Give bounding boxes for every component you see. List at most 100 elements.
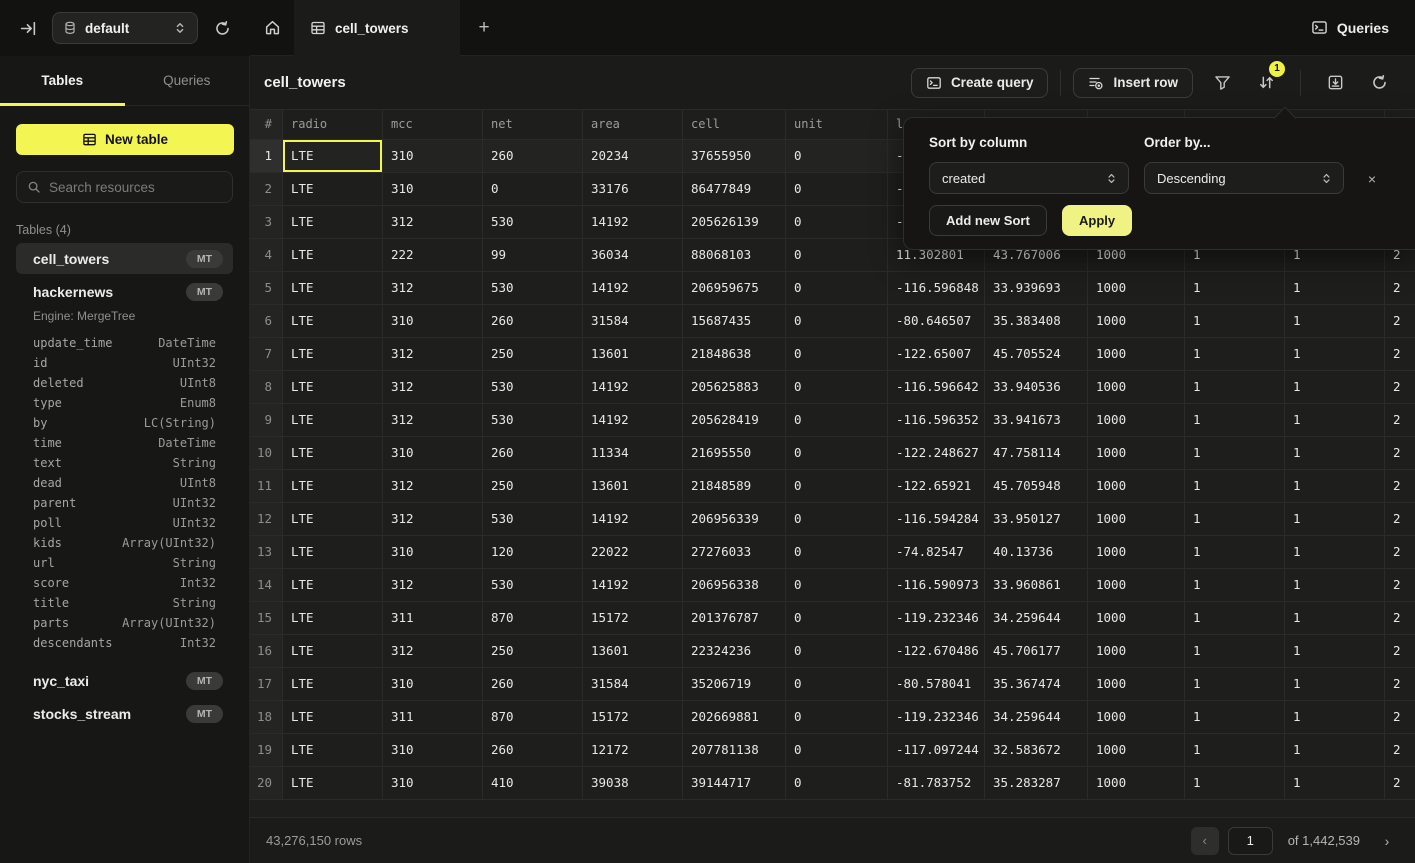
table-cell[interactable]: 33.940536	[985, 371, 1088, 404]
table-cell[interactable]: 0	[786, 239, 888, 272]
column-header[interactable]: unit	[786, 110, 888, 140]
table-cell[interactable]: 1	[1185, 734, 1285, 767]
table-cell[interactable]: -122.65007	[888, 338, 985, 371]
table-cell[interactable]: 250	[483, 338, 583, 371]
download-button[interactable]	[1318, 68, 1352, 98]
table-cell[interactable]: 1	[1285, 470, 1385, 503]
table-cell[interactable]: 40.13736	[985, 536, 1088, 569]
table-cell[interactable]: 1000	[1088, 437, 1185, 470]
table-cell[interactable]: 88068103	[683, 239, 786, 272]
table-cell[interactable]: 312	[383, 338, 483, 371]
table-cell[interactable]: 0	[786, 602, 888, 635]
insert-row-button[interactable]: Insert row	[1073, 68, 1193, 98]
column-header[interactable]: mcc	[383, 110, 483, 140]
table-cell[interactable]: 13601	[583, 470, 683, 503]
table-cell[interactable]: 1000	[1088, 734, 1185, 767]
table-cell[interactable]: 0	[786, 272, 888, 305]
table-cell[interactable]: 1000	[1088, 701, 1185, 734]
table-cell[interactable]: LTE	[283, 338, 383, 371]
column-header[interactable]: radio	[283, 110, 383, 140]
table-cell[interactable]: 0	[786, 470, 888, 503]
row-number[interactable]: 5	[250, 272, 283, 305]
table-cell[interactable]: LTE	[283, 536, 383, 569]
table-cell[interactable]: 2	[1385, 668, 1415, 701]
table-cell[interactable]: 0	[483, 173, 583, 206]
table-cell[interactable]: 2	[1385, 404, 1415, 437]
table-cell[interactable]: 0	[786, 734, 888, 767]
table-cell[interactable]: -80.646507	[888, 305, 985, 338]
home-tab[interactable]	[250, 0, 294, 55]
collapse-sidebar-icon[interactable]	[14, 14, 42, 42]
table-cell[interactable]: 37655950	[683, 140, 786, 173]
table-cell[interactable]: 14192	[583, 272, 683, 305]
table-cell[interactable]: 2	[1385, 371, 1415, 404]
selected-cell[interactable]: LTE	[283, 140, 383, 173]
table-cell[interactable]: 1	[1285, 569, 1385, 602]
table-cell[interactable]: 1	[1185, 404, 1285, 437]
table-cell[interactable]: 0	[786, 503, 888, 536]
table-cell[interactable]: 1	[1185, 701, 1285, 734]
table-cell[interactable]: 12172	[583, 734, 683, 767]
sort-button[interactable]: 1	[1249, 68, 1283, 98]
table-cell[interactable]: 530	[483, 206, 583, 239]
create-query-button[interactable]: Create query	[911, 68, 1049, 98]
table-cell[interactable]: 1000	[1088, 470, 1185, 503]
table-cell[interactable]: 45.706177	[985, 635, 1088, 668]
row-number[interactable]: 18	[250, 701, 283, 734]
table-cell[interactable]: 33176	[583, 173, 683, 206]
table-cell[interactable]: 120	[483, 536, 583, 569]
table-cell[interactable]: 310	[383, 140, 483, 173]
sidebar-item-stocks_stream[interactable]: stocks_streamMT	[16, 698, 233, 729]
table-cell[interactable]: 31584	[583, 305, 683, 338]
sort-order-select[interactable]: Descending	[1144, 162, 1344, 194]
table-cell[interactable]: 1000	[1088, 272, 1185, 305]
table-cell[interactable]: 0	[786, 569, 888, 602]
table-cell[interactable]: 1	[1285, 437, 1385, 470]
table-cell[interactable]: 260	[483, 305, 583, 338]
table-cell[interactable]: 206956338	[683, 569, 786, 602]
table-cell[interactable]: 35.383408	[985, 305, 1088, 338]
table-cell[interactable]: 14192	[583, 404, 683, 437]
table-cell[interactable]: 0	[786, 206, 888, 239]
table-cell[interactable]: LTE	[283, 173, 383, 206]
table-cell[interactable]: 32.583672	[985, 734, 1088, 767]
row-number-header[interactable]: #	[250, 110, 283, 140]
table-cell[interactable]: 34.259644	[985, 602, 1088, 635]
table-cell[interactable]: 0	[786, 668, 888, 701]
table-cell[interactable]: 45.705524	[985, 338, 1088, 371]
table-cell[interactable]: 1	[1285, 338, 1385, 371]
remove-sort-button[interactable]: ×	[1362, 169, 1382, 189]
table-cell[interactable]: 1	[1185, 437, 1285, 470]
table-cell[interactable]: 1	[1185, 272, 1285, 305]
table-cell[interactable]: LTE	[283, 206, 383, 239]
table-cell[interactable]: 1	[1185, 668, 1285, 701]
table-cell[interactable]: 310	[383, 173, 483, 206]
table-cell[interactable]: -122.670486	[888, 635, 985, 668]
table-cell[interactable]: LTE	[283, 404, 383, 437]
table-cell[interactable]: 99	[483, 239, 583, 272]
table-cell[interactable]: 1000	[1088, 371, 1185, 404]
sort-column-select[interactable]: created	[929, 162, 1129, 194]
table-cell[interactable]: 14192	[583, 503, 683, 536]
table-cell[interactable]: 310	[383, 437, 483, 470]
table-cell[interactable]: 14192	[583, 371, 683, 404]
sidebar-tab-queries[interactable]: Queries	[125, 56, 250, 105]
table-cell[interactable]: 33.960861	[985, 569, 1088, 602]
table-cell[interactable]: 205628419	[683, 404, 786, 437]
row-number[interactable]: 20	[250, 767, 283, 800]
table-cell[interactable]: 1	[1185, 635, 1285, 668]
table-cell[interactable]: 22324236	[683, 635, 786, 668]
table-cell[interactable]: 1	[1185, 536, 1285, 569]
table-cell[interactable]: 1	[1185, 602, 1285, 635]
table-cell[interactable]: 530	[483, 404, 583, 437]
table-cell[interactable]: LTE	[283, 767, 383, 800]
table-cell[interactable]: 39038	[583, 767, 683, 800]
table-cell[interactable]: 310	[383, 536, 483, 569]
table-cell[interactable]: 312	[383, 470, 483, 503]
table-cell[interactable]: 36034	[583, 239, 683, 272]
table-cell[interactable]: 310	[383, 668, 483, 701]
table-cell[interactable]: 2	[1385, 701, 1415, 734]
table-cell[interactable]: 22022	[583, 536, 683, 569]
table-cell[interactable]: 201376787	[683, 602, 786, 635]
table-cell[interactable]: 1	[1285, 404, 1385, 437]
